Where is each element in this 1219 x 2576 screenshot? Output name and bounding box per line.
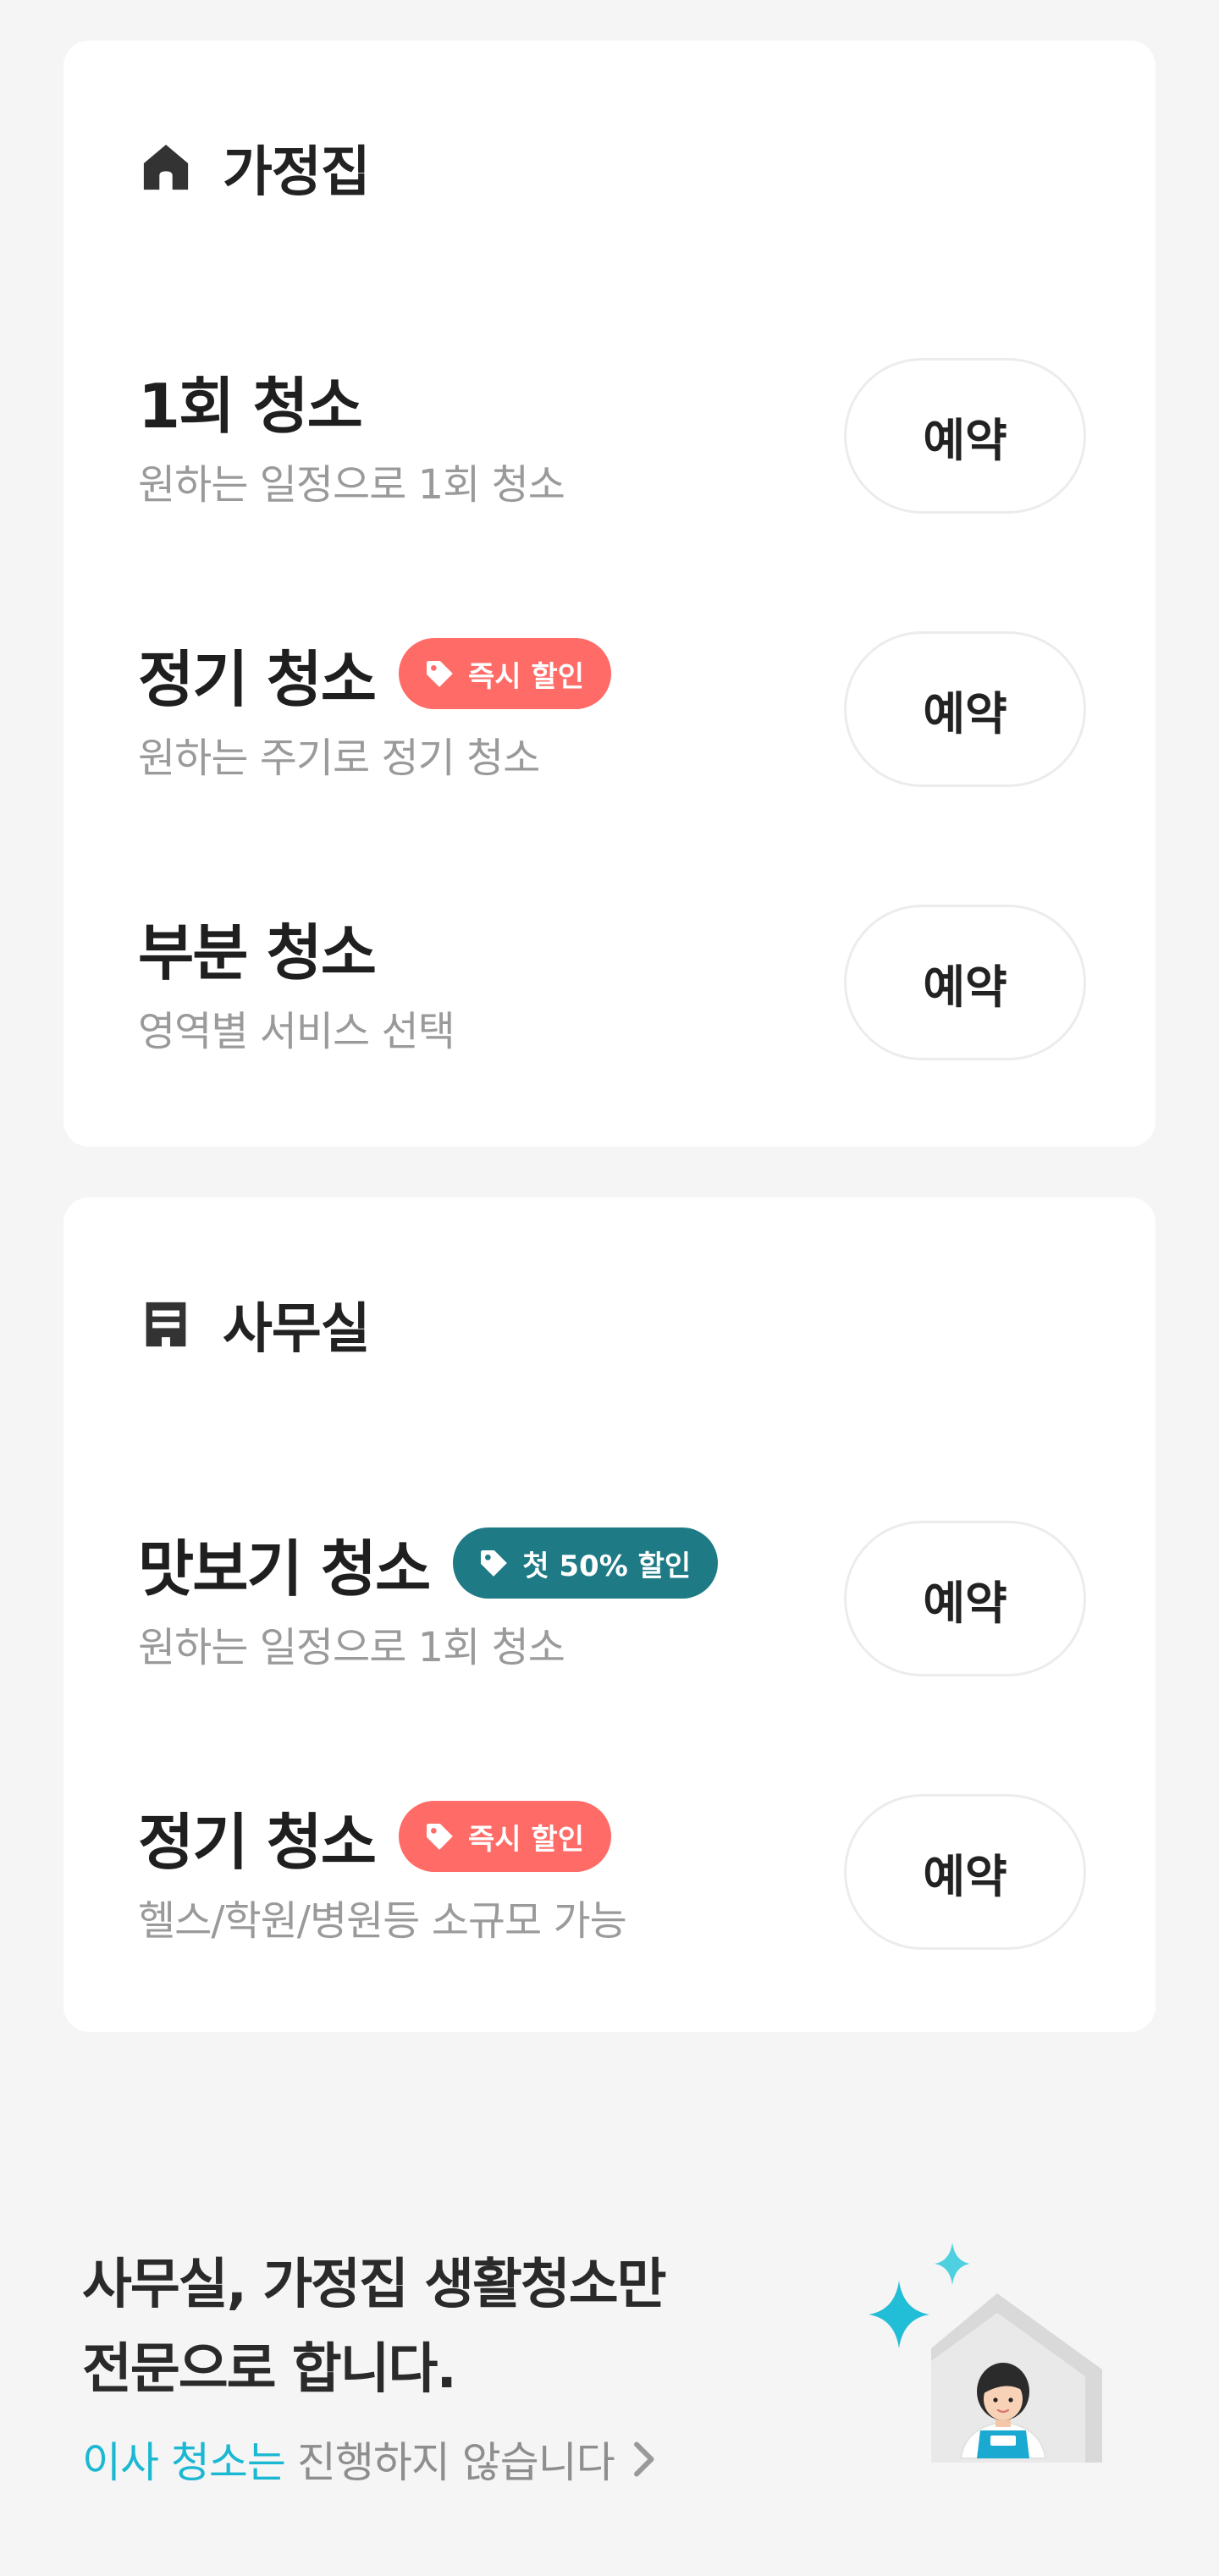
service-name: 정기 청소 <box>138 643 377 715</box>
discount-badge: 즉시 할인 <box>399 1801 611 1872</box>
service-row-partial: 부분 청소 영역별 서비스 선택 예약 <box>138 905 1086 1074</box>
price-tag-icon <box>481 1550 508 1577</box>
service-row-regular: 정기 청소 즉시 할인 원하는 주기로 정기 청소 예약 <box>138 631 1086 801</box>
promo-link-text: 진행하지 않습니다 <box>296 2438 615 2487</box>
house-icon <box>143 145 189 190</box>
promo-link-accent: 이사 청소는 <box>82 2438 286 2487</box>
service-name: 부분 청소 <box>138 916 377 988</box>
service-description: 원하는 일정으로 1회 청소 <box>138 1624 565 1671</box>
reserve-button-one-time[interactable]: 예약 <box>844 358 1086 514</box>
home-card-header: 가정집 <box>138 125 371 210</box>
office-card-title: 사무실 <box>223 1298 371 1361</box>
service-name: 맛보기 청소 <box>138 1533 431 1604</box>
service-name: 1회 청소 <box>138 370 363 442</box>
reserve-button-office-regular[interactable]: 예약 <box>844 1794 1086 1950</box>
promo-headline-line2: 전문으로 합니다. <box>82 2338 457 2401</box>
home-cleaning-card: 가정집 1회 청소 원하는 일정으로 1회 청소 예약 정기 청소 즉시 할인 … <box>63 41 1156 1147</box>
promo-headline-line1: 사무실, 가정집 생활청소만 <box>82 2254 667 2316</box>
office-building-icon <box>146 1302 186 1347</box>
promo-headline-block: 사무실, 가정집 생활청소만 전문으로 합니다. <box>82 2243 844 2412</box>
sparkle-large-icon <box>869 2281 929 2348</box>
reserve-button-partial[interactable]: 예약 <box>844 905 1086 1060</box>
service-description: 원하는 일정으로 1회 청소 <box>138 461 565 509</box>
cleaner-house-illustration <box>869 2243 1102 2463</box>
discount-badge: 즉시 할인 <box>399 638 611 709</box>
service-row-trial: 맛보기 청소 첫 50% 할인 원하는 일정으로 1회 청소 예약 <box>138 1521 1086 1690</box>
service-name: 정기 청소 <box>138 1806 377 1878</box>
office-cleaning-card: 사무실 맛보기 청소 첫 50% 할인 원하는 일정으로 1회 청소 예약 정기… <box>63 1197 1156 2032</box>
reserve-button-trial[interactable]: 예약 <box>844 1521 1086 1676</box>
moving-cleaning-notice-link[interactable]: 이사 청소는 진행하지 않습니다 <box>82 2429 662 2490</box>
service-row-office-regular: 정기 청소 즉시 할인 헬스/학원/병원등 소규모 가능 예약 <box>138 1794 1086 1963</box>
price-tag-icon <box>427 661 453 687</box>
sparkle-small-icon <box>935 2243 970 2285</box>
service-description: 영역별 서비스 선택 <box>138 1008 455 1055</box>
price-tag-icon <box>427 1824 453 1850</box>
reserve-button-regular[interactable]: 예약 <box>844 631 1086 787</box>
service-description: 원하는 주기로 정기 청소 <box>138 735 540 782</box>
home-card-title: 가정집 <box>223 141 371 204</box>
badge-label: 즉시 할인 <box>468 1822 584 1857</box>
service-description: 헬스/학원/병원등 소규모 가능 <box>138 1897 627 1945</box>
badge-label: 즉시 할인 <box>468 659 584 694</box>
badge-label: 첫 50% 할인 <box>522 1549 692 1583</box>
chevron-right-icon <box>633 2441 654 2477</box>
service-row-one-time: 1회 청소 원하는 일정으로 1회 청소 예약 <box>138 358 1086 527</box>
discount-badge: 첫 50% 할인 <box>453 1527 719 1599</box>
office-card-header: 사무실 <box>138 1282 371 1367</box>
